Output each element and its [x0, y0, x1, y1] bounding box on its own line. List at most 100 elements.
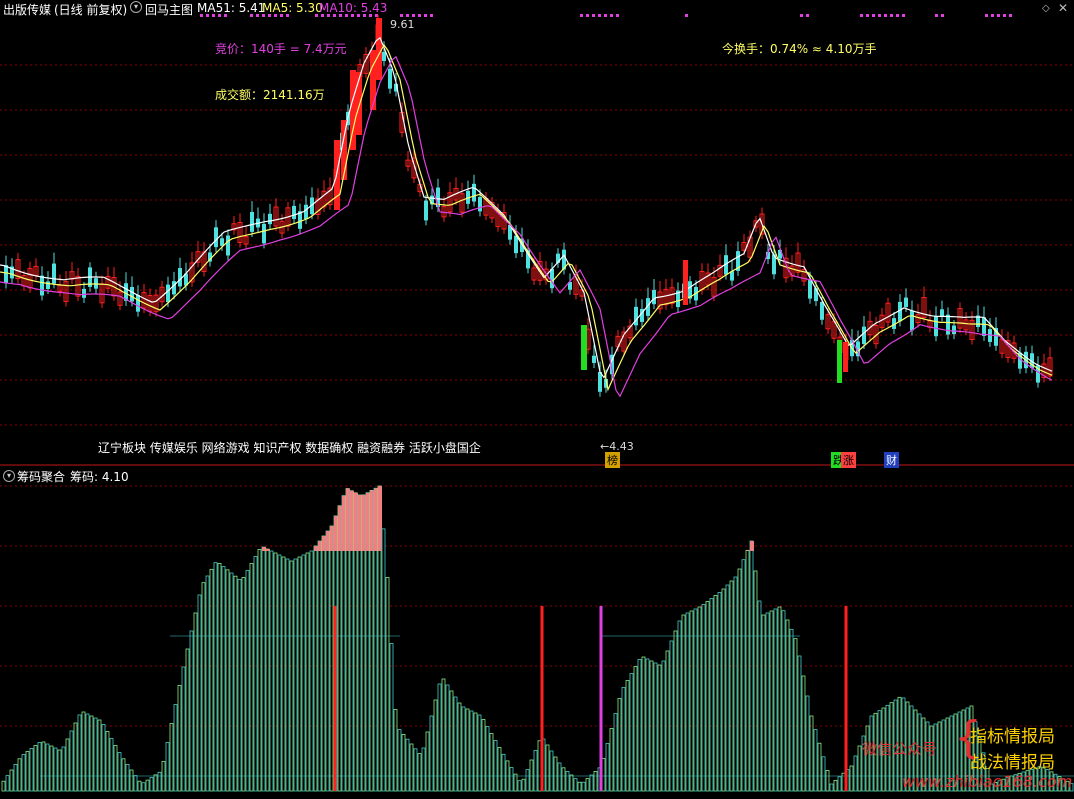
histogram-bar	[817, 742, 822, 792]
histogram-top	[370, 490, 374, 551]
signal-bar	[581, 325, 587, 370]
histogram-bar	[113, 745, 118, 792]
histogram-bar	[725, 584, 730, 792]
candle-body	[910, 310, 914, 331]
watermark-wechat: 微信公众号	[862, 740, 938, 758]
histogram-bar	[549, 750, 554, 792]
event-dot	[985, 14, 988, 17]
histogram-bar	[453, 696, 458, 792]
histogram-bar	[525, 769, 530, 792]
histogram-bar	[613, 713, 618, 792]
histogram-bar	[413, 748, 418, 792]
histogram-bar	[217, 563, 222, 792]
histogram-bar	[105, 731, 110, 792]
candle-body	[820, 301, 824, 320]
watermark-url: www.zhibiao168.com	[902, 772, 1073, 791]
histogram-bar	[133, 775, 138, 792]
event-dot	[610, 14, 613, 17]
histogram-bar	[853, 755, 858, 792]
watermark-line2: 战法情报局	[970, 753, 1055, 773]
candle-body	[268, 213, 272, 225]
histogram-bar	[521, 778, 526, 792]
histogram-top	[318, 541, 322, 551]
candle-body	[292, 205, 296, 220]
candle-body	[178, 268, 182, 287]
histogram-bar	[157, 771, 162, 792]
histogram-bar	[261, 546, 266, 792]
histogram-bar	[457, 702, 462, 792]
histogram-bar	[41, 741, 46, 792]
candlestick-chart[interactable]	[0, 0, 1074, 466]
histogram-bar	[225, 569, 230, 792]
candle-body-strong	[370, 50, 376, 110]
histogram-bar	[121, 758, 126, 792]
histogram-bar	[193, 612, 198, 792]
histogram-bar	[689, 610, 694, 792]
histogram-bar	[417, 753, 422, 792]
histogram-bar	[761, 614, 766, 792]
histogram-bar	[493, 740, 498, 792]
histogram-bar	[729, 580, 734, 792]
histogram-bar	[701, 604, 706, 792]
histogram-bar	[553, 756, 558, 792]
histogram-bar	[609, 728, 614, 792]
histogram-bar	[813, 729, 818, 792]
histogram-bar	[173, 704, 178, 792]
histogram-bar	[201, 582, 206, 792]
histogram-bar	[21, 754, 26, 792]
histogram-bar	[633, 666, 638, 792]
histogram-bar	[805, 695, 810, 792]
histogram-top	[322, 536, 326, 551]
histogram-bar	[665, 650, 670, 792]
histogram-bar	[313, 545, 318, 792]
event-dot	[369, 14, 372, 17]
candle-body	[136, 294, 140, 312]
histogram-bar	[81, 711, 86, 792]
histogram-bar	[593, 770, 598, 792]
candle-body	[226, 235, 230, 256]
event-dot	[206, 14, 209, 17]
event-dot	[941, 14, 944, 17]
histogram-bar	[793, 638, 798, 792]
event-dot	[321, 14, 324, 17]
histogram-bar	[421, 747, 426, 792]
histogram-bar	[621, 687, 626, 792]
event-dot	[345, 14, 348, 17]
histogram-bar	[297, 556, 302, 792]
histogram-bar	[833, 779, 838, 792]
histogram-bar	[145, 779, 150, 792]
event-dot	[935, 14, 938, 17]
event-dot	[860, 14, 863, 17]
candle-body-strong	[376, 18, 382, 80]
event-dot	[806, 14, 809, 17]
histogram-bar	[777, 606, 782, 792]
histogram-bar	[641, 656, 646, 792]
histogram-bar	[561, 767, 566, 792]
histogram-bar	[629, 673, 634, 792]
candle-body	[982, 317, 986, 336]
histogram-bar	[577, 781, 582, 792]
histogram-bar	[53, 747, 58, 792]
histogram-bar	[565, 770, 570, 792]
candle-body	[808, 280, 812, 299]
histogram-bar	[65, 738, 70, 792]
histogram-bar	[73, 722, 78, 792]
histogram-bar	[177, 685, 182, 792]
event-dot	[327, 14, 330, 17]
candle-body	[382, 51, 386, 62]
histogram-bar	[501, 753, 506, 792]
histogram-bar	[381, 528, 386, 792]
histogram-top	[262, 547, 266, 551]
event-dot	[256, 14, 259, 17]
histogram-bar	[89, 715, 94, 792]
histogram-bar	[241, 577, 246, 792]
histogram-bar	[9, 769, 14, 792]
candle-body	[40, 275, 44, 296]
candle-body	[46, 281, 50, 290]
histogram-bar	[713, 595, 718, 792]
histogram-bar	[473, 712, 478, 792]
event-dot	[351, 14, 354, 17]
event-dot	[274, 14, 277, 17]
event-dot	[997, 14, 1000, 17]
histogram-top	[266, 549, 270, 551]
